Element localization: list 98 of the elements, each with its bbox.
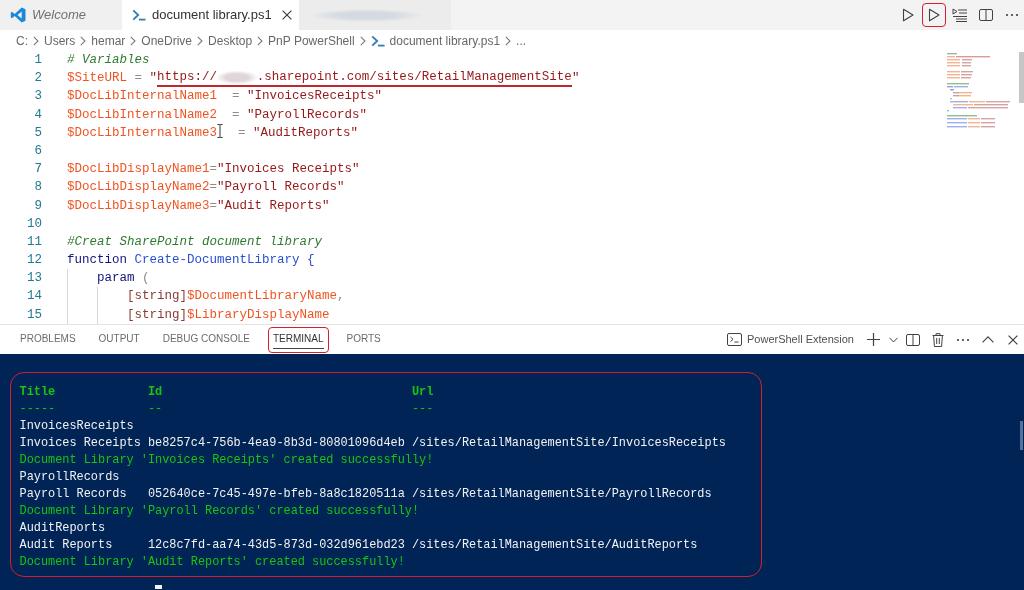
code-text: .sharepoint.com/sites/RetailManagementSite <box>256 69 572 86</box>
table-cell: Payroll Records <box>19 486 127 503</box>
line-number: 11 <box>26 233 42 251</box>
success-message: Document Library 'Payroll Records' created successfully! <box>19 504 420 518</box>
chevron-right-icon <box>80 35 87 46</box>
table-cell: Audit Reports <box>19 537 113 554</box>
breadcrumb-item[interactable]: Desktop <box>208 31 253 50</box>
line-number: 2 <box>33 70 42 88</box>
more-icon <box>956 337 970 342</box>
code-text: https:// <box>157 69 218 86</box>
code-text: $SiteURL = " <box>67 70 158 88</box>
chevron-right-icon <box>197 35 204 46</box>
line-number: 3 <box>33 88 42 106</box>
editor-tab[interactable]: document library.ps1 <box>121 0 299 30</box>
code-text: # Variables <box>67 52 150 69</box>
trash-icon <box>932 332 944 347</box>
code-text: #Creat SharePoint document library <box>67 233 323 251</box>
column-header: Title <box>19 384 56 401</box>
breadcrumb-item[interactable]: PnP PowerShell <box>268 31 355 50</box>
line-number: 13 <box>26 270 42 288</box>
table-cell: 12c8c7fd-aa74-43d5-873d-032d961ebd23 <box>147 537 405 554</box>
output-text: InvoicesReceipts <box>19 419 134 433</box>
breadcrumb-item[interactable]: ... <box>516 31 527 50</box>
line-number: 5 <box>33 124 42 142</box>
code-text: $DocLibInternalName3 <box>67 124 218 142</box>
line-number: 8 <box>33 179 42 197</box>
panel-tab[interactable]: TERMINAL <box>267 326 329 353</box>
play-icon <box>902 8 914 22</box>
code-text: " <box>571 70 580 88</box>
plus-icon <box>866 333 880 346</box>
table-cell: 052640ce-7c45-497e-bfeb-8a8c1820511a <box>147 486 405 503</box>
column-header: Id <box>147 384 163 401</box>
chevron-right-icon <box>257 35 264 46</box>
code-text: param ( <box>67 269 150 288</box>
code-text: [string]$LibraryDisplayName <box>67 305 330 324</box>
breadcrumb-item[interactable]: document library.ps1 <box>370 31 501 50</box>
run-lines-icon <box>952 8 968 22</box>
line-number: 7 <box>33 161 42 179</box>
app-logo-icon <box>10 7 26 23</box>
table-cell: be8257c4-756b-4ea9-8b3d-80801096d4eb <box>147 435 405 452</box>
column-header: Url <box>411 384 434 401</box>
panel-tab[interactable]: OUTPUT <box>93 326 145 353</box>
column-rule: --- <box>411 401 434 418</box>
code-text: $DocLibInternalName2 = "PayrollRecords" <box>67 106 368 124</box>
breadcrumb-item[interactable]: hemar <box>91 31 126 50</box>
output-text: PayrollRecords <box>19 470 120 484</box>
prompt-icon <box>370 34 385 47</box>
breadcrumb-item[interactable]: C: <box>16 31 28 50</box>
column-rule: ----- <box>19 401 56 418</box>
code-text: $DocLibDisplayName1="Invoices Receipts" <box>67 161 360 179</box>
code-text: $DocLibDisplayName2="Payroll Records" <box>67 179 345 197</box>
line-number: 10 <box>26 215 42 233</box>
line-number: 14 <box>26 288 42 306</box>
more-icon <box>1005 13 1019 17</box>
panel-tab[interactable]: DEBUG CONSOLE <box>157 326 255 353</box>
chevron-up-icon <box>982 336 994 343</box>
terminal-profile-button[interactable]: PowerShell Extension <box>727 327 854 352</box>
chevron-right-icon <box>359 35 366 46</box>
prompt-icon <box>131 9 146 21</box>
table-cell: /sites/RetailManagementSite/PayrollRecords <box>411 486 712 503</box>
code-text: $DocLibInternalName1 = "InvoicesReceipts" <box>67 88 383 106</box>
line-number: 12 <box>26 252 42 270</box>
blur-patch <box>217 70 257 84</box>
close-icon <box>281 10 292 20</box>
chevron-down-icon <box>888 336 898 343</box>
line-number: 15 <box>26 306 42 324</box>
breadcrumb-item[interactable]: Users <box>44 31 76 50</box>
table-cell: /sites/RetailManagementSite/AuditReports <box>411 537 698 554</box>
table-cell: Invoices Receipts <box>19 435 141 452</box>
close-icon <box>1008 334 1018 345</box>
column-rule: -- <box>147 401 163 418</box>
play-icon <box>928 8 940 22</box>
code-text: [string]$DocumentLibraryName, <box>67 287 345 306</box>
panel-tab[interactable]: PORTS <box>341 326 386 353</box>
play-button[interactable] <box>922 3 946 27</box>
line-number: 1 <box>33 52 42 69</box>
panel-tab[interactable]: PROBLEMS <box>15 326 81 353</box>
terminal-icon <box>727 333 742 346</box>
split-view-icon <box>979 8 993 22</box>
success-message: Document Library 'Invoices Receipts' created successfully! <box>19 453 434 467</box>
chevron-right-icon <box>33 35 39 46</box>
scrollbar[interactable] <box>1019 52 1024 103</box>
code-text: = "AuditReports" <box>237 124 359 142</box>
breadcrumb-item[interactable]: OneDrive <box>141 31 193 50</box>
success-message: Document Library 'Audit Reports' created successfully! <box>19 555 405 569</box>
chevron-right-icon <box>505 35 512 46</box>
output-text: AuditReports <box>19 521 106 535</box>
code-text: $DocLibDisplayName3="Audit Reports" <box>67 197 330 215</box>
scrollbar[interactable] <box>1020 421 1023 450</box>
line-number: 9 <box>33 197 42 215</box>
split-view-icon <box>906 332 920 347</box>
terminal-cursor <box>155 585 162 589</box>
chevron-right-icon <box>130 35 137 46</box>
line-number: 6 <box>33 142 42 160</box>
text-cursor-icon <box>217 123 224 138</box>
code-text: function Create-DocumentLibrary { <box>67 252 315 270</box>
table-cell: /sites/RetailManagementSite/InvoicesReceipts <box>411 435 726 452</box>
line-number: 4 <box>33 106 42 124</box>
